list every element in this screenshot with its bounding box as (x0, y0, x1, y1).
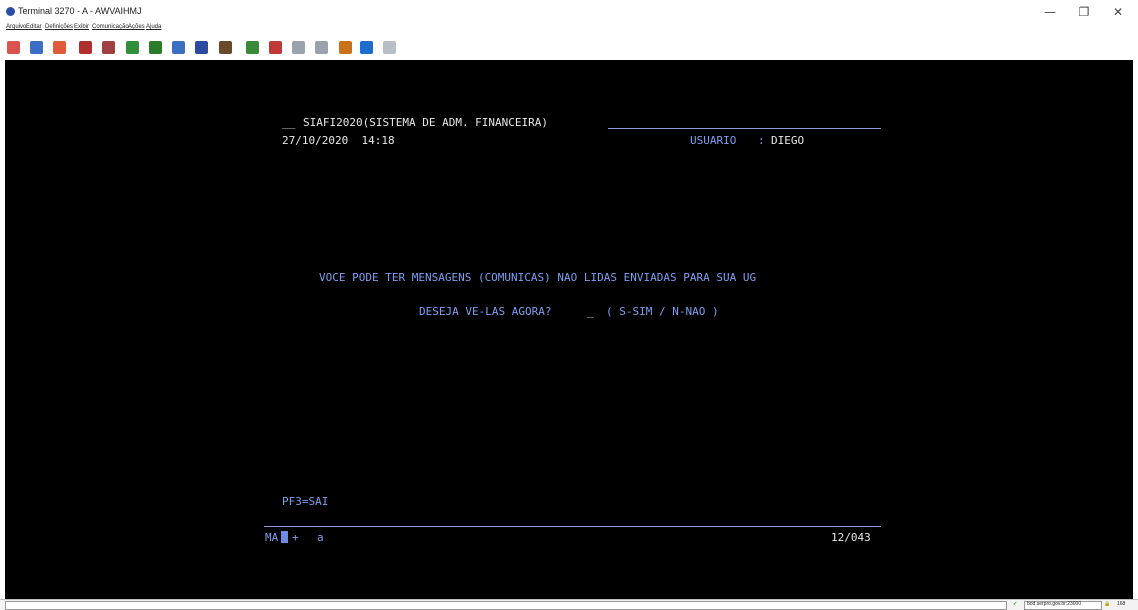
refresh-icon[interactable] (383, 41, 396, 54)
pf3-exit-hint: PF3=SAI (282, 495, 329, 508)
answer-options: ( S-SIM / N-NAO ) (606, 305, 719, 318)
link-icon[interactable] (339, 41, 352, 54)
copy-icon[interactable] (126, 41, 139, 54)
menu-acoes[interactable]: Ações (128, 24, 145, 30)
copy-append-icon[interactable] (172, 41, 185, 54)
receive-icon[interactable] (30, 41, 43, 54)
check-icon: ✔ (1013, 601, 1018, 607)
port-number: 168 (1117, 601, 1126, 607)
toolbar (0, 36, 1138, 60)
exit-icon[interactable] (53, 41, 66, 54)
window-title: Terminal 3270 - A - AWVAIHMJ (18, 6, 142, 16)
unread-messages-notice: VOCE PODE TER MENSAGENS (COMUNICAS) NAO … (319, 271, 757, 284)
date-time: 27/10/2020 14:18 (282, 134, 395, 147)
oia-mode: MA (265, 531, 279, 544)
user-separator: : (758, 134, 765, 147)
user-label: USUARIO (690, 134, 737, 147)
menu-ajuda[interactable]: Ajuda (146, 24, 161, 30)
restore-button[interactable]: ❐ (1073, 4, 1095, 20)
oia-separator (264, 526, 881, 527)
host-address: bod.serpro.gov.br:23000 (1027, 601, 1082, 607)
title-bar: Terminal 3270 - A - AWVAIHMJ — ❐ ✕ (0, 0, 1138, 22)
menu-editar[interactable]: Editar (26, 24, 42, 30)
header-prefix: __ (282, 116, 296, 129)
paste-icon[interactable] (149, 41, 162, 54)
menu-bar: Arquivo Editar Definições Exibir Comunic… (0, 22, 1138, 36)
menu-definicoes[interactable]: Definições (45, 24, 73, 30)
print-screen-icon[interactable] (79, 41, 92, 54)
play-macro-icon[interactable] (269, 41, 282, 54)
macro-icon[interactable] (219, 41, 232, 54)
record-macro-icon[interactable] (246, 41, 259, 54)
cursor-position: 12/043 (831, 531, 871, 544)
transfer-icon[interactable] (360, 41, 373, 54)
pause-macro-icon[interactable] (315, 41, 328, 54)
menu-comunicacao[interactable]: Comunicação (92, 24, 129, 30)
menu-exibir[interactable]: Exibir (74, 24, 89, 30)
answer-input[interactable]: _ (587, 305, 594, 318)
header-rule (608, 128, 881, 129)
view-now-prompt: DESEJA VE-LAS AGORA? (419, 305, 552, 318)
terminal-screen[interactable]: __ SIAFI2020(SISTEMA DE ADM. FINANCEIRA)… (5, 60, 1133, 599)
send-icon[interactable] (7, 41, 20, 54)
oia-plus: + (292, 531, 299, 544)
lock-icon: 🔒 (1104, 601, 1111, 607)
minimize-button[interactable]: — (1039, 4, 1061, 20)
keypad-icon[interactable] (195, 41, 208, 54)
terminal-app-icon (6, 7, 15, 16)
close-button[interactable]: ✕ (1107, 4, 1129, 20)
status-bar: ✔ bod.serpro.gov.br:23000 🔒 168 (0, 599, 1138, 610)
header-title: SIAFI2020(SISTEMA DE ADM. FINANCEIRA) (303, 116, 549, 129)
terminal-cursor (281, 531, 288, 543)
user-name: DIEGO (771, 134, 805, 147)
stop-macro-icon[interactable] (292, 41, 305, 54)
print-icon[interactable] (102, 41, 115, 54)
menu-arquivo[interactable]: Arquivo (6, 24, 26, 30)
oia-session: a (317, 531, 324, 544)
